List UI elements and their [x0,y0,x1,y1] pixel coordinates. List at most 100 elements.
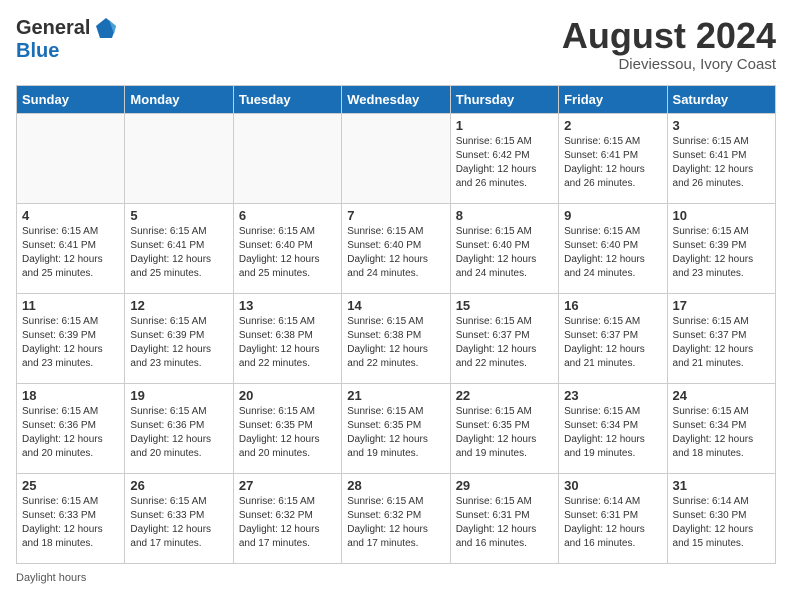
day-info: Sunrise: 6:15 AMSunset: 6:37 PMDaylight:… [456,315,553,371]
day-number: 3 [673,118,770,133]
calendar-day-cell: 5 Sunrise: 6:15 AMSunset: 6:41 PMDaylight… [125,203,233,293]
day-number: 16 [564,298,661,313]
calendar-day-cell: 10 Sunrise: 6:15 AMSunset: 6:39 PMDayligh… [667,203,775,293]
logo-blue-text: Blue [16,40,59,63]
day-number: 18 [22,388,119,403]
calendar-day-cell: 21Sunrise: 6:15 AMSunset: 6:35 PMDayligh… [342,383,450,473]
logo-general-text: General [16,17,90,40]
calendar-day-cell: 28 Sunrise: 6:15 AMSunset: 6:32 PMDayligh… [342,473,450,563]
calendar-day-cell: 9 Sunrise: 6:15 AMSunset: 6:40 PMDaylight… [559,203,667,293]
calendar-day-header: Friday [559,85,667,113]
calendar-day-cell: 11 Sunrise: 6:15 AMSunset: 6:39 PMDayligh… [17,293,125,383]
calendar-day-cell: 27 Sunrise: 6:15 AMSunset: 6:32 PMDayligh… [233,473,341,563]
calendar-day-cell: 16Sunrise: 6:15 AMSunset: 6:37 PMDayligh… [559,293,667,383]
day-number: 30 [564,478,661,493]
calendar-day-header: Thursday [450,85,558,113]
calendar-day-cell: 29Sunrise: 6:15 AMSunset: 6:31 PMDayligh… [450,473,558,563]
day-number: 5 [130,208,227,223]
day-number: 15 [456,298,553,313]
calendar-week-row: 11 Sunrise: 6:15 AMSunset: 6:39 PMDayligh… [17,293,776,383]
day-number: 4 [22,208,119,223]
day-info: Sunrise: 6:15 AMSunset: 6:40 PMDaylight:… [564,225,661,281]
day-info: Sunrise: 6:15 AMSunset: 6:36 PMDaylight:… [130,405,227,461]
calendar-day-header: Saturday [667,85,775,113]
day-info: Sunrise: 6:15 AMSunset: 6:32 PMDaylight:… [347,495,444,551]
day-number: 19 [130,388,227,403]
day-info: Sunrise: 6:15 AMSunset: 6:33 PMDaylight:… [22,495,119,551]
day-info: Sunrise: 6:15 AMSunset: 6:40 PMDaylight:… [239,225,336,281]
calendar-day-header: Wednesday [342,85,450,113]
calendar-day-cell: 8 Sunrise: 6:15 AMSunset: 6:40 PMDaylight… [450,203,558,293]
calendar-week-row: 4 Sunrise: 6:15 AMSunset: 6:41 PMDaylight… [17,203,776,293]
day-info: Sunrise: 6:15 AMSunset: 6:38 PMDaylight:… [347,315,444,371]
day-number: 12 [130,298,227,313]
calendar-day-cell: 25Sunrise: 6:15 AMSunset: 6:33 PMDayligh… [17,473,125,563]
day-info: Sunrise: 6:15 AMSunset: 6:35 PMDaylight:… [239,405,336,461]
footer-note: Daylight hours [16,572,776,584]
calendar-day-header: Sunday [17,85,125,113]
calendar-day-cell: 12 Sunrise: 6:15 AMSunset: 6:39 PMDayligh… [125,293,233,383]
calendar-day-cell: 26Sunrise: 6:15 AMSunset: 6:33 PMDayligh… [125,473,233,563]
day-number: 11 [22,298,119,313]
day-info: Sunrise: 6:15 AMSunset: 6:35 PMDaylight:… [456,405,553,461]
calendar-day-cell: 3 Sunrise: 6:15 AMSunset: 6:41 PMDaylight… [667,113,775,203]
day-info: Sunrise: 6:15 AMSunset: 6:41 PMDaylight:… [564,135,661,191]
calendar-day-cell [125,113,233,203]
calendar-day-cell: 24Sunrise: 6:15 AMSunset: 6:34 PMDayligh… [667,383,775,473]
day-number: 31 [673,478,770,493]
day-number: 28 [347,478,444,493]
calendar-day-cell: 22Sunrise: 6:15 AMSunset: 6:35 PMDayligh… [450,383,558,473]
calendar-day-cell: 2 Sunrise: 6:15 AMSunset: 6:41 PMDaylight… [559,113,667,203]
calendar-day-cell: 31 Sunrise: 6:14 AMSunset: 6:30 PMDayligh… [667,473,775,563]
day-number: 23 [564,388,661,403]
day-number: 8 [456,208,553,223]
calendar-week-row: 1 Sunrise: 6:15 AMSunset: 6:42 PMDaylight… [17,113,776,203]
day-info: Sunrise: 6:15 AMSunset: 6:34 PMDaylight:… [673,405,770,461]
calendar-table: SundayMondayTuesdayWednesdayThursdayFrid… [16,85,776,564]
calendar-day-cell: 4Sunrise: 6:15 AMSunset: 6:41 PMDaylight… [17,203,125,293]
day-info: Sunrise: 6:15 AMSunset: 6:34 PMDaylight:… [564,405,661,461]
day-info: Sunrise: 6:15 AMSunset: 6:39 PMDaylight:… [673,225,770,281]
calendar-day-header: Monday [125,85,233,113]
day-info: Sunrise: 6:15 AMSunset: 6:38 PMDaylight:… [239,315,336,371]
day-number: 1 [456,118,553,133]
location-text: Dieviessou, Ivory Coast [562,56,776,73]
day-info: Sunrise: 6:15 AMSunset: 6:40 PMDaylight:… [456,225,553,281]
day-info: Sunrise: 6:15 AMSunset: 6:41 PMDaylight:… [130,225,227,281]
day-info: Sunrise: 6:14 AMSunset: 6:31 PMDaylight:… [564,495,661,551]
calendar-day-cell: 15 Sunrise: 6:15 AMSunset: 6:37 PMDayligh… [450,293,558,383]
calendar-week-row: 18 Sunrise: 6:15 AMSunset: 6:36 PMDayligh… [17,383,776,473]
day-number: 20 [239,388,336,403]
day-number: 2 [564,118,661,133]
day-number: 27 [239,478,336,493]
logo: General Blue [16,16,118,63]
calendar-day-cell: 6 Sunrise: 6:15 AMSunset: 6:40 PMDaylight… [233,203,341,293]
logo-icon [94,16,118,40]
day-info: Sunrise: 6:15 AMSunset: 6:36 PMDaylight:… [22,405,119,461]
day-number: 10 [673,208,770,223]
day-number: 21 [347,388,444,403]
calendar-day-cell: 20 Sunrise: 6:15 AMSunset: 6:35 PMDayligh… [233,383,341,473]
calendar-day-cell: 14 Sunrise: 6:15 AMSunset: 6:38 PMDayligh… [342,293,450,383]
day-number: 6 [239,208,336,223]
day-number: 9 [564,208,661,223]
calendar-day-cell: 30 Sunrise: 6:14 AMSunset: 6:31 PMDayligh… [559,473,667,563]
day-info: Sunrise: 6:15 AMSunset: 6:32 PMDaylight:… [239,495,336,551]
day-info: Sunrise: 6:15 AMSunset: 6:39 PMDaylight:… [130,315,227,371]
day-number: 14 [347,298,444,313]
calendar-day-cell: 17 Sunrise: 6:15 AMSunset: 6:37 PMDayligh… [667,293,775,383]
day-number: 17 [673,298,770,313]
calendar-day-cell: 7Sunrise: 6:15 AMSunset: 6:40 PMDaylight… [342,203,450,293]
day-info: Sunrise: 6:15 AMSunset: 6:42 PMDaylight:… [456,135,553,191]
day-info: Sunrise: 6:15 AMSunset: 6:37 PMDaylight:… [673,315,770,371]
day-info: Sunrise: 6:15 AMSunset: 6:41 PMDaylight:… [673,135,770,191]
calendar-day-cell: 23 Sunrise: 6:15 AMSunset: 6:34 PMDayligh… [559,383,667,473]
calendar-week-row: 25Sunrise: 6:15 AMSunset: 6:33 PMDayligh… [17,473,776,563]
day-number: 13 [239,298,336,313]
day-number: 29 [456,478,553,493]
day-info: Sunrise: 6:15 AMSunset: 6:39 PMDaylight:… [22,315,119,371]
day-info: Sunrise: 6:14 AMSunset: 6:30 PMDaylight:… [673,495,770,551]
month-year-title: August 2024 [562,16,776,56]
calendar-day-cell: 13 Sunrise: 6:15 AMSunset: 6:38 PMDayligh… [233,293,341,383]
calendar-day-header: Tuesday [233,85,341,113]
